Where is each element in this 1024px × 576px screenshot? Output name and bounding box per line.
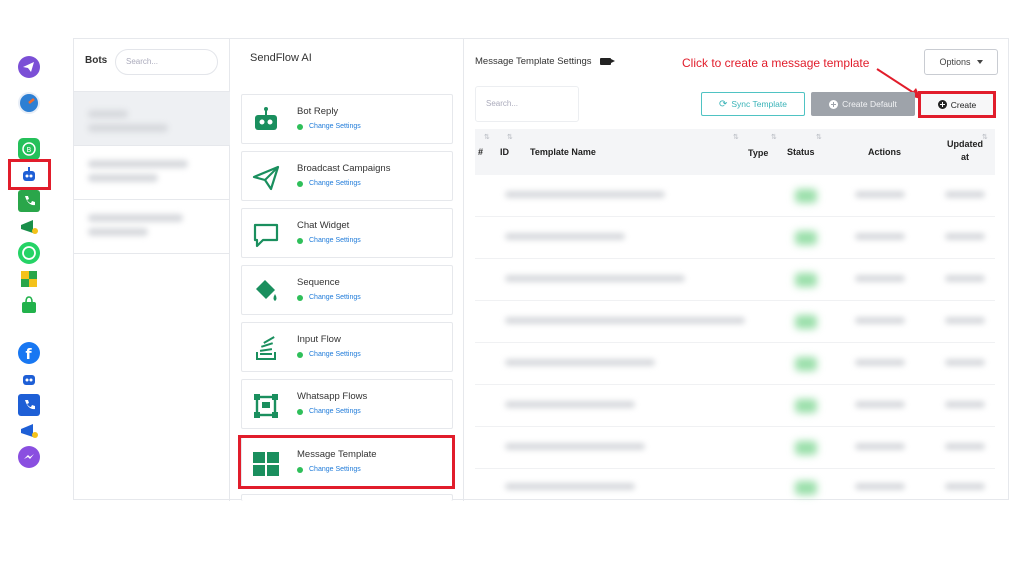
column-type[interactable]: Type bbox=[748, 148, 768, 158]
paint-bucket-icon bbox=[250, 276, 282, 308]
column-updated-at[interactable]: Updated at bbox=[943, 138, 987, 164]
messenger-robot-icon[interactable] bbox=[18, 368, 40, 390]
change-settings-link[interactable]: Change Settings bbox=[297, 351, 361, 358]
messenger-icon[interactable] bbox=[18, 446, 40, 468]
create-highlight-box bbox=[918, 91, 996, 118]
robot-icon bbox=[250, 105, 282, 137]
column-template-name[interactable]: Template Name bbox=[530, 147, 596, 157]
template-search-input[interactable]: Search... bbox=[475, 86, 579, 122]
bots-column: Bots Search... bbox=[74, 39, 230, 501]
feature-name: Whatsapp Flows bbox=[297, 391, 368, 402]
table-row[interactable] bbox=[475, 387, 995, 427]
column-actions[interactable]: Actions bbox=[868, 147, 901, 157]
bots-title: Bots bbox=[85, 55, 108, 66]
message-template-highlight-box bbox=[238, 435, 455, 489]
sync-icon: ⟳ bbox=[719, 98, 728, 110]
whatsapp-icon[interactable] bbox=[18, 242, 40, 264]
table-row[interactable] bbox=[475, 303, 995, 343]
stack-icon bbox=[250, 333, 282, 365]
feature-name: Broadcast Campaigns bbox=[297, 163, 391, 174]
telegram-icon[interactable] bbox=[18, 56, 40, 78]
facebook-icon[interactable]: f bbox=[18, 342, 40, 364]
message-template-panel: Message Template Settings Click to creat… bbox=[465, 39, 1010, 501]
chat-bubble-icon bbox=[250, 219, 282, 251]
feature-name: Input Flow bbox=[297, 334, 341, 345]
phone-icon[interactable] bbox=[18, 394, 40, 416]
app-icon-rail: B f bbox=[0, 40, 60, 500]
feature-card-broadcast-campaigns[interactable]: Broadcast Campaigns Change Settings bbox=[241, 151, 453, 201]
robot-icon[interactable] bbox=[18, 164, 40, 186]
paper-plane-icon bbox=[250, 162, 282, 194]
chevron-down-icon bbox=[976, 60, 983, 64]
sync-template-button[interactable]: ⟳ Sync Template bbox=[701, 92, 805, 116]
annotation-text: Click to create a message template bbox=[682, 56, 870, 70]
plus-circle-icon bbox=[829, 99, 839, 109]
table-row[interactable] bbox=[475, 471, 995, 511]
column-status[interactable]: Status bbox=[787, 147, 815, 157]
feature-card-input-flow[interactable]: Input Flow Change Settings bbox=[241, 322, 453, 372]
features-column: SendFlow AI Bot Reply Change Settings Br… bbox=[231, 39, 464, 501]
feature-name: Sequence bbox=[297, 277, 340, 288]
flow-frame-icon bbox=[250, 390, 282, 422]
bots-search-input[interactable]: Search... bbox=[115, 49, 218, 75]
create-default-button[interactable]: Create Default bbox=[811, 92, 915, 116]
feature-card-bot-reply[interactable]: Bot Reply Change Settings bbox=[241, 94, 453, 144]
svg-text:f: f bbox=[26, 347, 33, 363]
change-settings-link[interactable]: Change Settings bbox=[297, 237, 361, 244]
broadcast-megaphone-icon[interactable] bbox=[18, 420, 40, 442]
feature-card-chat-widget[interactable]: Chat Widget Change Settings bbox=[241, 208, 453, 258]
column-number[interactable]: # bbox=[478, 147, 483, 157]
svg-text:B: B bbox=[27, 146, 32, 154]
bot-list-divider bbox=[74, 253, 230, 254]
whatsapp-business-icon[interactable]: B bbox=[18, 138, 40, 160]
feature-card-partial bbox=[241, 494, 453, 501]
table-row[interactable] bbox=[475, 219, 995, 259]
bot-list-item[interactable] bbox=[74, 199, 230, 253]
puzzle-icon[interactable] bbox=[18, 268, 40, 290]
bot-list-item[interactable] bbox=[74, 91, 230, 145]
bot-list-item[interactable] bbox=[74, 145, 230, 199]
feature-name: Chat Widget bbox=[297, 220, 350, 231]
megaphone-icon[interactable] bbox=[18, 216, 40, 238]
table-row[interactable] bbox=[475, 177, 995, 217]
feature-card-sequence[interactable]: Sequence Change Settings bbox=[241, 265, 453, 315]
table-row[interactable] bbox=[475, 261, 995, 301]
change-settings-link[interactable]: Change Settings bbox=[297, 180, 361, 187]
video-camera-icon[interactable] bbox=[599, 58, 615, 65]
column-id[interactable]: ID bbox=[500, 147, 509, 157]
feature-name: Bot Reply bbox=[297, 106, 339, 117]
change-settings-link[interactable]: Change Settings bbox=[297, 123, 361, 130]
change-settings-link[interactable]: Change Settings bbox=[297, 294, 361, 301]
main-frame: Bots Search... SendFlow AI Bot Reply Cha… bbox=[73, 38, 1010, 501]
whatsapp-phone-icon[interactable] bbox=[18, 190, 40, 212]
app-title: SendFlow AI bbox=[250, 52, 312, 64]
shopping-bag-icon[interactable] bbox=[18, 294, 40, 316]
table-header: ⇅ ⇅ ⇅ ⇅ ⇅ ⇅ # ID Template Name Type Stat… bbox=[475, 129, 995, 175]
change-settings-link[interactable]: Change Settings bbox=[297, 408, 361, 415]
table-row[interactable] bbox=[475, 429, 995, 469]
options-dropdown[interactable]: Options bbox=[924, 49, 998, 75]
panel-title: Message Template Settings bbox=[475, 56, 615, 67]
speedometer-icon[interactable] bbox=[18, 92, 40, 114]
table-row[interactable] bbox=[475, 345, 995, 385]
feature-card-whatsapp-flows[interactable]: Whatsapp Flows Change Settings bbox=[241, 379, 453, 429]
